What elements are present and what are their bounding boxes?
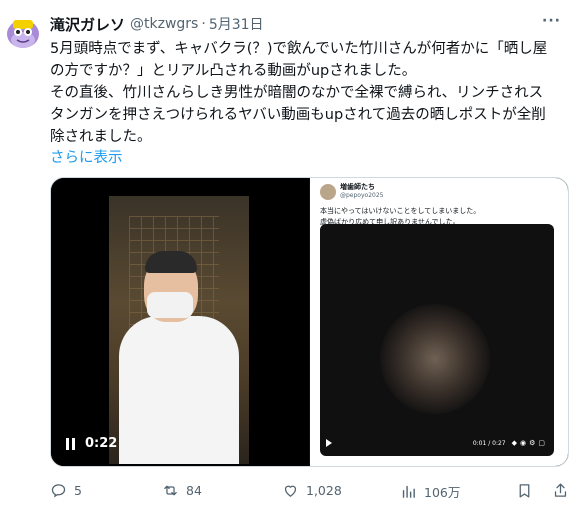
person-hair [145,251,197,273]
tweet-text-line: の方ですか？」とリアル凸される動画がupされました。 [50,63,417,79]
share-button[interactable] [552,482,576,499]
reply-button[interactable]: 5 [50,482,82,499]
card-avatar [320,184,336,200]
media-container: 0:22 増歯師たち @pepoyo2025 本当にやってはいけないことをしてし… [50,177,569,467]
separator-dot: · [201,16,206,32]
inner-video-time: 0:01 / 0:27 [472,439,506,447]
like-count: 1,028 [306,483,342,498]
video-frame [109,196,249,464]
card-display-name: 増歯師たち [340,183,375,191]
avatar-character-icon [7,20,39,48]
pause-icon[interactable] [65,437,77,450]
show-more-link[interactable]: さらに表示 [50,146,123,167]
tweet-header: 滝沢ガレソ @tkzwgrs · 5月31日 ··· [50,13,561,35]
repost-button[interactable]: 84 [162,482,202,499]
card-text-line: 本当にやってはいけないことをしてしまいました。 [320,207,481,215]
more-options-icon[interactable]: ··· [542,13,561,29]
bookmark-button[interactable] [516,482,540,499]
like-button[interactable]: 1,028 [282,482,342,499]
tweet-text: 5月頭時点でまず、キャバクラ(？)で飲んでいた竹川さんが何者かに「晒し屋 の方で… [50,38,570,148]
action-bar: 5 84 1,028 106万 [50,482,569,502]
reply-icon [51,484,66,498]
user-handle[interactable]: @tkzwgrs [130,16,198,32]
video-time: 0:22 [85,436,118,451]
views-button[interactable]: 106万 [400,482,460,501]
tweet-text-line: 5月頭時点でまず、キャバクラ(？)で飲んでいた竹川さんが何者かに「晒し屋 [50,41,548,57]
video-player-right[interactable]: 増歯師たち @pepoyo2025 本当にやってはいけないことをしてしまいました… [310,178,568,466]
embedded-post-card: 増歯師たち @pepoyo2025 本当にやってはいけないことをしてしまいました… [310,178,568,466]
video-controls: 0:22 [65,436,117,451]
play-icon[interactable] [326,439,332,447]
face-mask [147,292,193,318]
display-name[interactable]: 滝沢ガレソ [50,14,125,35]
dark-scene [380,304,490,414]
player-settings-icons[interactable]: ◆◉⚙▢ [512,439,548,447]
repost-icon [164,485,177,496]
bookmark-icon [519,484,530,498]
person-body [119,316,239,464]
inner-video[interactable]: 0:01 / 0:27 ◆◉⚙▢ [320,224,554,456]
tweet-text-line: タンガンを押さえつけられるヤバい動画もupされて過去の晒しポストが全削 [50,107,546,123]
analytics-icon [402,485,415,498]
tweet-text-line: 除されました。 [50,129,152,145]
tweet-text-line: その直後、竹川さんらしき男性が暗闇のなかで全裸で縛られ、リンチされス [50,85,544,101]
tweet: 滝沢ガレソ @tkzwgrs · 5月31日 ··· 5月頭時点でまず、キャバク… [0,0,581,507]
avatar[interactable] [3,10,43,50]
card-handle: @pepoyo2025 [340,192,384,199]
repost-count: 84 [186,483,202,498]
view-count: 106万 [424,485,461,500]
share-icon [554,483,567,497]
video-player-left[interactable]: 0:22 [51,178,309,466]
heart-icon [284,485,297,497]
tweet-date[interactable]: 5月31日 [209,14,264,34]
inner-video-controls: 0:01 / 0:27 ◆◉⚙▢ [320,436,554,450]
reply-count: 5 [74,483,82,498]
